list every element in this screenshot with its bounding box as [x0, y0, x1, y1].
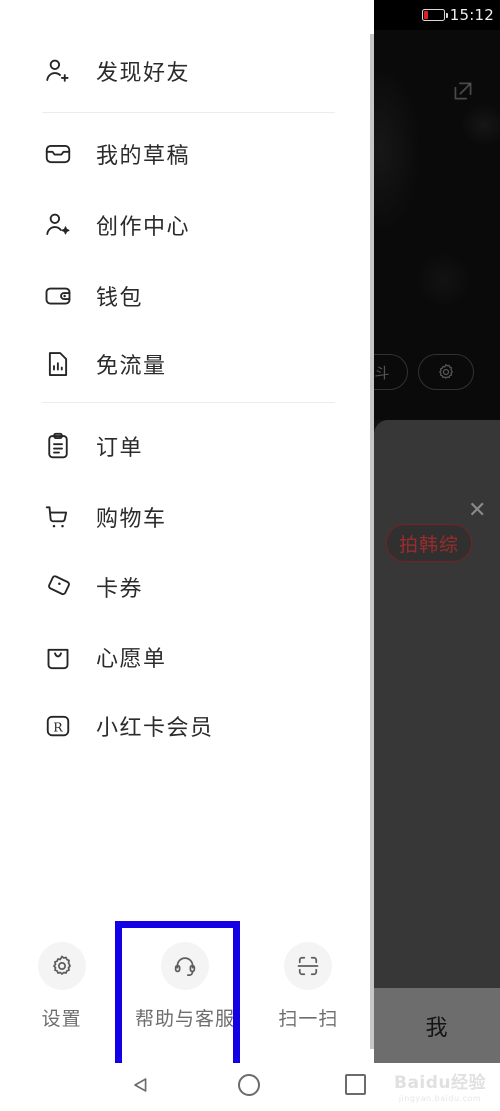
tab-me[interactable]: 我 — [425, 1010, 448, 1042]
external-link-icon[interactable] — [450, 78, 476, 104]
menu-item-my-drafts[interactable]: 我的草稿 — [0, 125, 370, 183]
sim-data-icon — [42, 348, 74, 380]
menu-label: 小红卡会员 — [96, 716, 214, 741]
divider-2 — [42, 402, 335, 403]
menu-item-free-data[interactable]: 免流量 — [0, 335, 370, 393]
watermark: Baidu经验 jingyan.baidu.com — [385, 1065, 495, 1105]
shopping-cart-icon — [42, 501, 74, 533]
close-icon[interactable]: ✕ — [468, 500, 486, 522]
topic-pill-tag[interactable]: 拍韩综 — [386, 524, 473, 562]
menu-item-creator-center[interactable]: 创作中心 — [0, 196, 370, 254]
home-circle-icon[interactable] — [238, 1074, 260, 1096]
inbox-icon — [42, 138, 74, 170]
menu-item-wallet[interactable]: 钱包 — [0, 267, 370, 325]
menu-item-orders[interactable]: 订单 — [0, 417, 370, 475]
settings-gear-button-bg[interactable] — [418, 354, 474, 390]
scan-icon — [284, 942, 333, 990]
bottom-action-label: 设置 — [41, 1008, 82, 1030]
back-triangle-icon[interactable] — [131, 1074, 150, 1096]
menu-item-wishlist[interactable]: 心愿单 — [0, 628, 370, 686]
watermark-main: Baidu经验 — [393, 1072, 487, 1093]
clipboard-icon — [42, 430, 74, 462]
person-star-icon — [42, 209, 74, 241]
coupon-tag-icon — [42, 571, 74, 603]
menu-label: 心愿单 — [96, 647, 167, 672]
hero-video-area: 斗 — [374, 30, 500, 420]
menu-label: 订单 — [96, 436, 144, 461]
drawer-bottom-actions: 设置 帮助与客服 扫一扫 — [0, 928, 370, 1048]
drawer-scroll-edge[interactable] — [370, 34, 374, 1049]
battery-fill — [423, 11, 428, 19]
phone-screenshot: 15:12 斗 ✕ 拍韩综 我 发现好友 我的草稿 创作中心 钱包 免流量 订单… — [0, 0, 500, 1111]
menu-item-red-card-member[interactable]: R 小红卡会员 — [0, 697, 370, 755]
menu-label: 我的草稿 — [96, 144, 191, 169]
person-add-icon — [42, 55, 74, 87]
bottom-action-scan[interactable]: 扫一扫 — [247, 928, 370, 1048]
wishlist-bag-icon — [42, 641, 74, 673]
bottom-action-settings[interactable]: 设置 — [0, 928, 123, 1048]
bottom-action-label: 帮助与客服 — [134, 1008, 235, 1030]
recents-square-icon[interactable] — [345, 1074, 366, 1095]
svg-text:R: R — [53, 720, 63, 735]
headset-icon — [160, 942, 209, 990]
bottom-action-help-and-support[interactable]: 帮助与客服 — [123, 928, 246, 1048]
menu-label: 发现好友 — [96, 61, 191, 86]
menu-label: 钱包 — [96, 286, 144, 311]
gear-icon — [37, 942, 86, 990]
menu-item-shopping-cart[interactable]: 购物车 — [0, 488, 370, 546]
menu-label: 免流量 — [96, 354, 167, 379]
menu-item-coupons[interactable]: 卡券 — [0, 558, 370, 616]
r-card-icon: R — [42, 710, 74, 742]
menu-label: 创作中心 — [96, 215, 191, 240]
watermark-sub: jingyan.baidu.com — [398, 1093, 482, 1103]
background-app-area: 15:12 斗 ✕ 拍韩综 我 — [374, 0, 500, 1063]
status-bar: 15:12 — [374, 0, 500, 30]
divider-1 — [42, 112, 335, 113]
menu-item-discover-friends[interactable]: 发现好友 — [0, 42, 370, 100]
status-bar-clock: 15:12 — [449, 6, 494, 24]
battery-low-icon — [421, 9, 448, 21]
compose-button-partial[interactable]: 斗 — [374, 354, 408, 390]
side-drawer-panel: 发现好友 我的草稿 创作中心 钱包 免流量 订单 购物车 卡券 心愿单 R 小红… — [0, 0, 370, 1063]
wallet-icon — [42, 280, 74, 312]
menu-label: 购物车 — [96, 507, 167, 532]
bottom-action-label: 扫一扫 — [278, 1008, 339, 1030]
menu-label: 卡券 — [96, 577, 144, 602]
bottom-tab-bar-behind: 我 — [374, 988, 500, 1063]
